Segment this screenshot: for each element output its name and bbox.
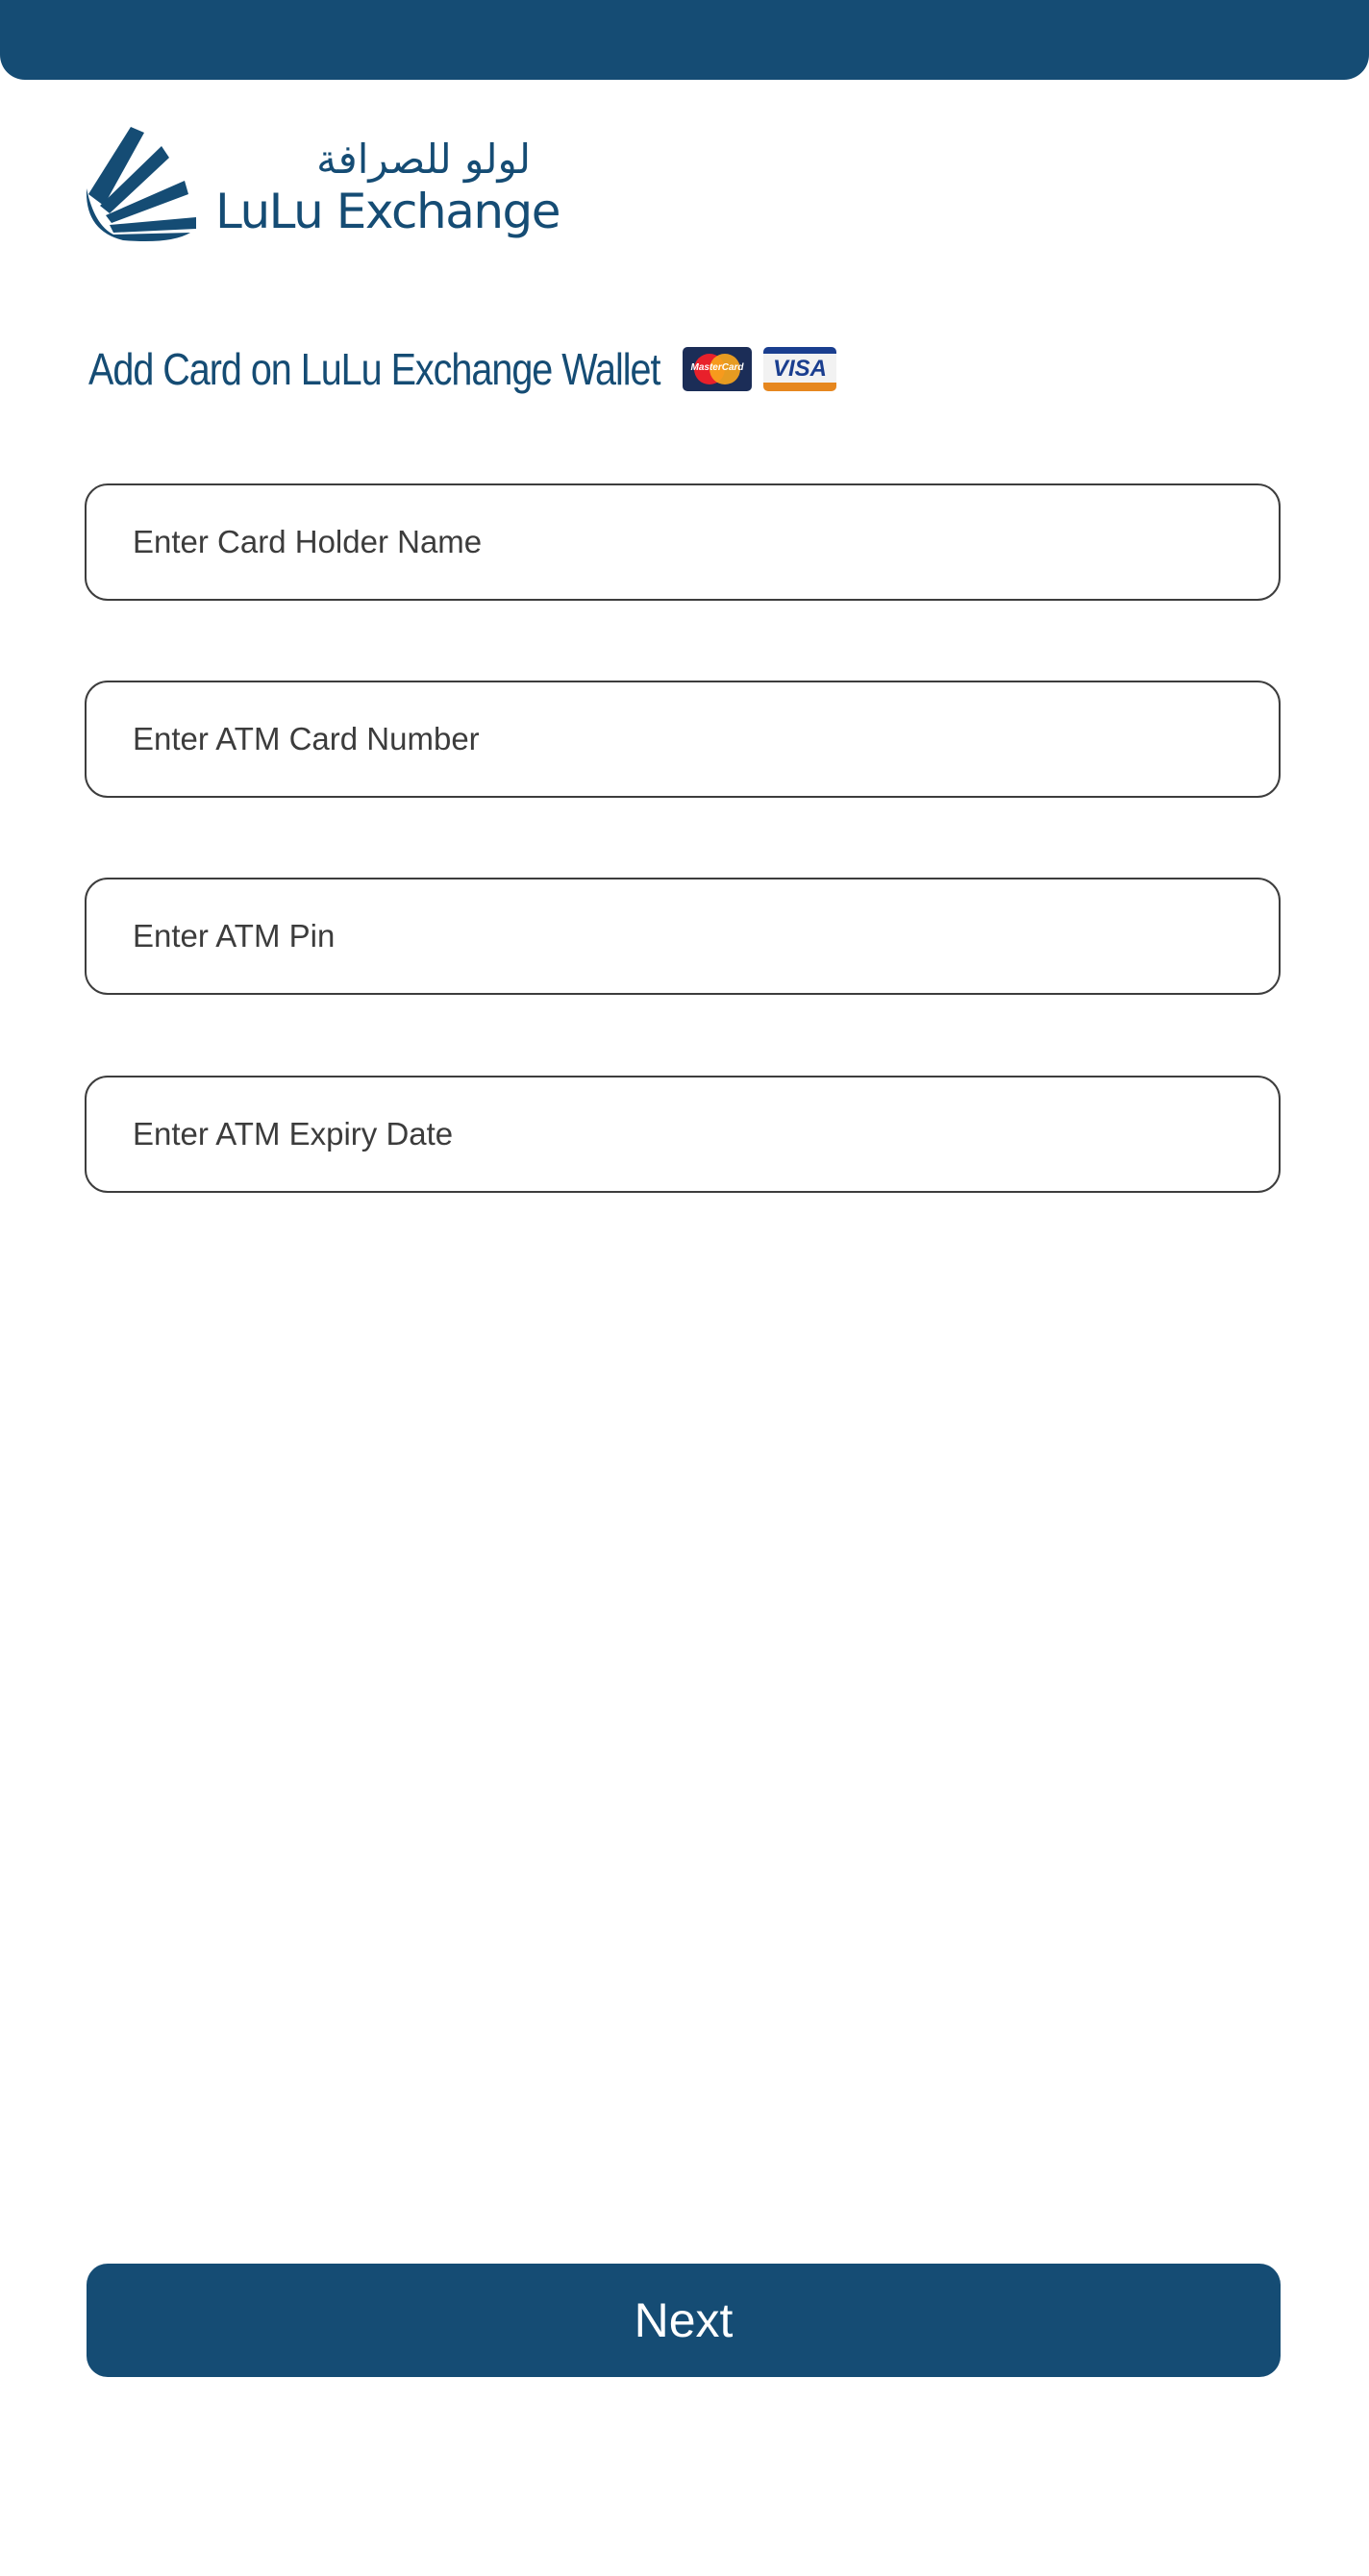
brand-name-arabic: لولو للصرافة [316, 136, 531, 183]
expiry-date-field[interactable] [85, 1076, 1281, 1193]
page-title-row: Add Card on LuLu Exchange Wallet MasterC… [88, 338, 836, 400]
visa-icon: VISA [763, 347, 836, 391]
card-number-field[interactable] [85, 681, 1281, 798]
expiry-date-input[interactable] [87, 1077, 1279, 1191]
top-header-bar [0, 0, 1369, 80]
atm-pin-input[interactable] [87, 879, 1279, 993]
card-holder-name-input[interactable] [87, 485, 1279, 599]
page-title: Add Card on LuLu Exchange Wallet [88, 344, 661, 394]
card-number-input[interactable] [87, 682, 1279, 796]
brand-name-latin: LuLu Exchange [215, 184, 561, 239]
mastercard-label: MasterCard [690, 362, 744, 373]
card-holder-name-field[interactable] [85, 483, 1281, 601]
mastercard-icon: MasterCard [683, 347, 752, 391]
lulu-logo-mark-icon [86, 127, 196, 241]
atm-pin-field[interactable] [85, 878, 1281, 995]
lulu-exchange-logo: لولو للصرافة LuLu Exchange [85, 123, 561, 246]
next-button[interactable]: Next [87, 2264, 1281, 2377]
visa-label: VISA [772, 356, 827, 382]
